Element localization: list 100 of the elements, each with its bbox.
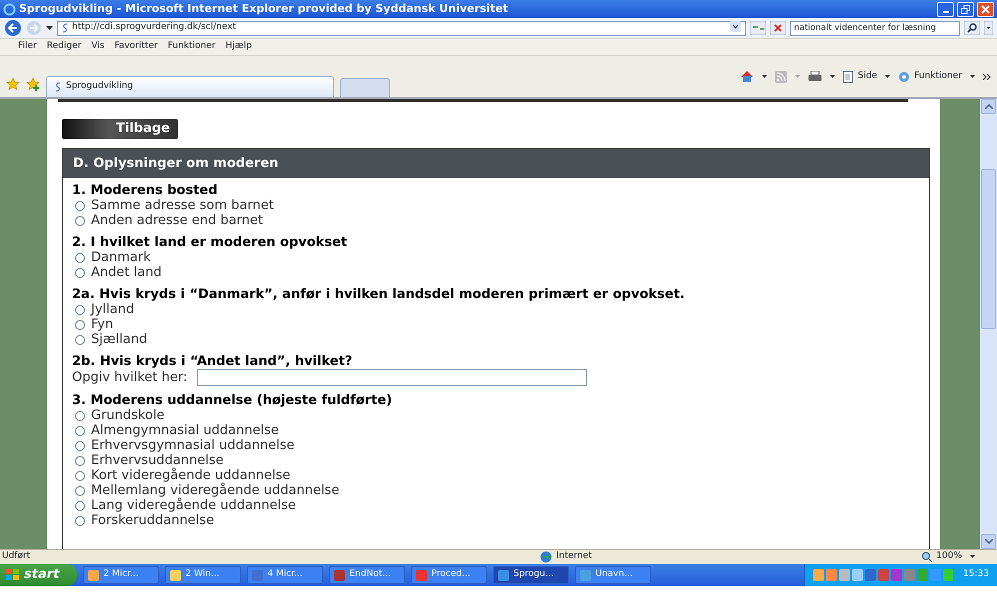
radio-button[interactable] (75, 500, 85, 510)
radio-button[interactable] (75, 426, 85, 436)
address-field[interactable]: http://cdi.sprogvurdering.dk/scl/next (57, 20, 746, 36)
taskbar-button[interactable]: Unavn... (575, 566, 652, 584)
home-icon[interactable] (740, 70, 754, 83)
url-text: http://cdi.sprogvurdering.dk/scl/next (72, 21, 236, 34)
browser-icon (3, 2, 16, 16)
field-label: Opgiv hvilket her: (72, 370, 188, 385)
taskbar-button[interactable]: 2 Micr... (83, 566, 160, 584)
add-favorite-icon[interactable] (26, 77, 40, 91)
option-label: Sjælland (91, 332, 148, 347)
radio-button[interactable] (75, 486, 85, 496)
minimize-button[interactable] (937, 2, 954, 16)
radio-button[interactable] (75, 456, 85, 466)
arrow-down-icon[interactable] (984, 539, 992, 544)
zone-text: Internet (556, 550, 592, 564)
zoom-icon[interactable] (922, 552, 932, 562)
browser-tab[interactable]: Sprogudvikling (46, 76, 334, 97)
option-label: Andet land (91, 265, 162, 280)
question-label: 2a. Hvis kryds i “Danmark”, anfør i hvilken landsdel moderen primært er opvokset. (72, 288, 686, 302)
close-button[interactable] (977, 2, 994, 16)
menu-item[interactable]: Hjælp (225, 40, 252, 54)
globe-icon (540, 551, 552, 563)
taskbar-button[interactable]: 2 Win... (165, 566, 242, 584)
restore-icon (961, 4, 970, 14)
option-label: Almengymnasial uddannelse (91, 423, 279, 438)
app-icon (252, 570, 264, 580)
menu-item[interactable]: Rediger (46, 40, 82, 54)
page-icon (842, 70, 854, 82)
question-label: 3. Moderens uddannelse (højeste fuldførte) (72, 394, 394, 408)
restore-button[interactable] (957, 2, 974, 16)
caret-icon (794, 74, 800, 78)
stop-icon[interactable] (770, 21, 786, 35)
taskbar-button[interactable]: 4 Micr... (247, 566, 324, 584)
option-label: Jylland (91, 302, 134, 317)
radio-button[interactable] (75, 410, 85, 420)
dropdown-icon[interactable] (984, 21, 993, 35)
page-icon (62, 23, 68, 33)
question-label: 2b. Hvis kryds i “Andet land”, hvilket? (72, 355, 354, 369)
search-field[interactable]: nationalt videncenter for læsning (790, 20, 960, 36)
search-icon[interactable] (964, 21, 980, 35)
option-label: Grundskole (91, 408, 165, 423)
question-label: 2. I hvilket land er moderen opvokset (72, 236, 348, 250)
back-button[interactable]: Tilbage (62, 119, 178, 139)
app-icon (88, 570, 100, 580)
radio-button[interactable] (75, 440, 85, 450)
tools-menu-button[interactable]: Funktioner (898, 70, 962, 84)
option-label: Mellemlang videregående uddannelse (91, 483, 340, 498)
app-icon (170, 570, 182, 580)
page-menu-button[interactable]: Side (842, 70, 878, 84)
close-icon (981, 4, 990, 14)
status-text: Udført (2, 550, 30, 564)
back-icon[interactable] (4, 19, 22, 37)
caret-icon[interactable] (830, 74, 835, 78)
taskbar-button[interactable]: Sprogu... (493, 566, 570, 584)
radio-button[interactable] (75, 516, 85, 526)
option-label: Samme adresse som barnet (91, 198, 274, 213)
taskbar-button[interactable]: EndNot... (329, 566, 406, 584)
arrow-up-icon[interactable] (984, 104, 992, 109)
zoom-level[interactable]: 100% (936, 550, 962, 564)
option-label: Erhvervsgymnasial uddannelse (91, 438, 295, 453)
caret-icon[interactable] (885, 74, 890, 78)
radio-button[interactable] (75, 320, 85, 330)
menu-item[interactable]: Filer (18, 40, 37, 54)
option-label: Lang videregående uddannelse (91, 498, 296, 513)
app-icon (498, 570, 510, 580)
scroll-thumb[interactable] (981, 169, 996, 329)
option-label: Forskeruddannelse (91, 513, 214, 528)
dropdown-icon[interactable] (730, 21, 741, 32)
option-label: Kort videregående uddannelse (91, 468, 290, 483)
radio-button[interactable] (75, 304, 85, 314)
app-icon (334, 570, 346, 580)
tray-icons-drawing[interactable] (813, 569, 954, 581)
start-button[interactable]: start (0, 564, 78, 586)
app-icon (580, 570, 592, 580)
section-title: D. Oplysninger om moderen (63, 149, 929, 178)
radio-button[interactable] (75, 268, 85, 278)
text-input[interactable] (197, 369, 588, 386)
taskbar-button[interactable]: Proced... (411, 566, 488, 584)
option-label: Fyn (91, 317, 114, 332)
radio-button[interactable] (75, 216, 85, 226)
favorites-star-icon[interactable] (6, 77, 20, 91)
caret-icon[interactable] (46, 26, 53, 30)
caret-icon[interactable] (762, 74, 767, 78)
page-icon (55, 82, 61, 92)
caret-icon[interactable] (970, 74, 975, 78)
question-label: 1. Moderens bosted (72, 184, 219, 198)
scrollbar[interactable] (980, 99, 997, 549)
radio-button[interactable] (75, 334, 85, 344)
radio-button[interactable] (75, 252, 85, 262)
printer-icon[interactable] (808, 70, 822, 82)
option-label: Erhvervsuddannelse (91, 453, 224, 468)
menu-item[interactable]: Funktioner (168, 40, 216, 54)
menu-item[interactable]: Vis (91, 40, 104, 54)
windows-logo-icon (6, 569, 20, 581)
chevron-icon[interactable] (983, 74, 991, 80)
clock-text: 15:33 (963, 568, 989, 582)
radio-button[interactable] (75, 470, 85, 480)
menu-item[interactable]: Favoritter (114, 40, 158, 54)
radio-button[interactable] (75, 200, 85, 210)
